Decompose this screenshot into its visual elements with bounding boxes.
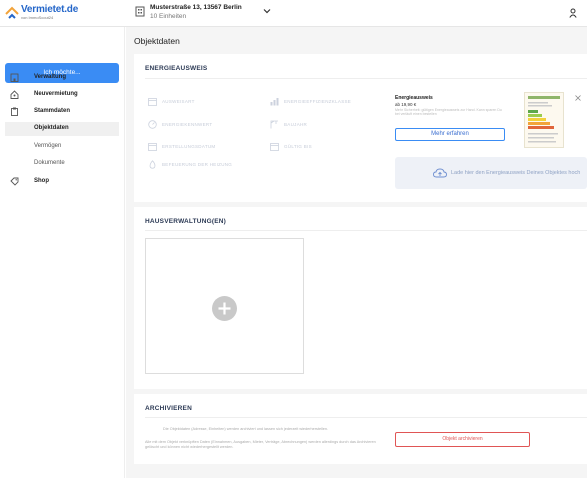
field-label: ERSTELLUNGSDATUM bbox=[162, 144, 216, 149]
divider bbox=[145, 78, 587, 79]
sidebar-item-vermoegen[interactable]: Vermögen bbox=[0, 140, 124, 154]
sidebar: Ich möchte... Verwaltung Neuvermietung S… bbox=[0, 27, 125, 478]
field-label: GÜLTIG BIS bbox=[284, 144, 312, 149]
divider bbox=[145, 417, 587, 418]
logo-mark-icon bbox=[5, 6, 19, 19]
add-hausverwaltung-tile[interactable] bbox=[145, 238, 304, 374]
page-title: Objektdaten bbox=[134, 36, 180, 46]
chevron-down-icon[interactable] bbox=[263, 7, 271, 15]
tag-icon bbox=[10, 177, 19, 186]
sidebar-item-label: Shop bbox=[34, 178, 49, 184]
archive-info-text: Die Objektdaten (Adresse, Einheiten) wer… bbox=[163, 427, 329, 431]
calendar-icon bbox=[148, 98, 157, 106]
field-label: AUSWEISART bbox=[162, 99, 195, 104]
field-label: BEFEUERUNG DER HEIZUNG bbox=[162, 162, 233, 167]
sidebar-item-label: Neuvermietung bbox=[34, 91, 78, 97]
promo-title: Energieausweis bbox=[395, 95, 433, 101]
sidebar-item-label: Stammdaten bbox=[34, 108, 71, 114]
top-bar: Vermietet.de von ImmoScout24 Musterstraß… bbox=[0, 0, 587, 27]
sidebar-item-label: Objektdaten bbox=[34, 125, 69, 131]
property-address: Musterstraße 13, 13567 Berlin bbox=[150, 4, 242, 11]
upload-area[interactable]: Lade hier den Energieausweis Deines Obje… bbox=[395, 157, 587, 189]
divider bbox=[145, 230, 587, 231]
bars-icon bbox=[270, 98, 279, 106]
field-label: BAUJAHR bbox=[284, 122, 308, 127]
clipboard-icon bbox=[11, 107, 18, 116]
sidebar-item-verwaltung[interactable]: Verwaltung bbox=[0, 71, 124, 85]
crane-icon bbox=[270, 120, 278, 129]
certificate-illustration bbox=[528, 96, 560, 143]
sidebar-item-stammdaten[interactable]: Stammdaten bbox=[0, 105, 124, 119]
certificate-image bbox=[524, 92, 564, 148]
energieausweis-promo: Energieausweis ab 19,90 € Mehr Sicherhei… bbox=[395, 92, 587, 155]
close-icon[interactable] bbox=[575, 95, 581, 101]
cloud-upload-icon bbox=[433, 168, 447, 178]
calendar-icon bbox=[148, 143, 157, 151]
archive-warning-text: Alle mit dem Objekt verknüpften Daten (E… bbox=[145, 440, 376, 449]
house-key-icon bbox=[10, 90, 19, 99]
building-icon bbox=[135, 6, 145, 17]
sidebar-item-label: Vermögen bbox=[34, 143, 62, 149]
section-title: ARCHIVIEREN bbox=[145, 405, 192, 412]
sidebar-item-objektdaten[interactable]: Objektdaten bbox=[5, 122, 119, 136]
sidebar-item-dokumente[interactable]: Dokumente bbox=[0, 157, 124, 171]
plus-icon[interactable] bbox=[212, 296, 237, 321]
logo[interactable]: Vermietet.de von ImmoScout24 bbox=[5, 4, 79, 22]
flame-icon bbox=[149, 160, 156, 169]
learn-more-button[interactable]: Mehr erfahren bbox=[395, 128, 505, 141]
upload-text: Lade hier den Energieausweis Deines Obje… bbox=[451, 170, 581, 176]
sidebar-item-neuvermietung[interactable]: Neuvermietung bbox=[0, 88, 124, 102]
section-title: ENERGIEAUSWEIS bbox=[145, 65, 208, 72]
building-icon bbox=[10, 73, 19, 82]
promo-description: Mehr Sicherheit: gültigen Energieausweis… bbox=[395, 108, 502, 116]
field-label: ENERGIEEFFIZIENZKLASSE bbox=[284, 99, 352, 104]
sidebar-item-shop[interactable]: Shop bbox=[0, 175, 124, 189]
gauge-icon bbox=[148, 120, 157, 129]
calendar-icon bbox=[270, 143, 279, 151]
brand-name: Vermietet.de bbox=[21, 4, 79, 15]
promo-price: ab 19,90 € bbox=[395, 102, 417, 107]
property-units: 10 Einheiten bbox=[150, 13, 187, 20]
section-title: HAUSVERWALTUNG(EN) bbox=[145, 218, 226, 225]
sidebar-item-label: Dokumente bbox=[34, 160, 65, 166]
sidebar-item-label: Verwaltung bbox=[34, 74, 67, 80]
brand-subtitle: von ImmoScout24 bbox=[21, 15, 54, 20]
archive-object-button[interactable]: Objekt archivieren bbox=[395, 432, 530, 447]
field-label: ENERGIEKENNWERT bbox=[162, 122, 213, 127]
user-icon[interactable] bbox=[569, 8, 577, 18]
